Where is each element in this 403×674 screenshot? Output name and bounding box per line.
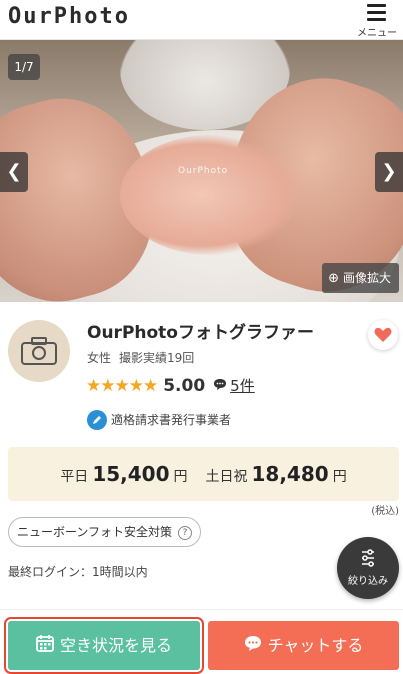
last-login: 最終ログイン：1時間以内	[8, 565, 148, 579]
next-image-button[interactable]: ❯	[375, 152, 403, 192]
weekday-label: 平日	[60, 469, 89, 485]
speech-bubble-icon	[213, 376, 227, 395]
photo-watermark: OurPhoto	[178, 166, 229, 176]
image-counter: 1/7	[8, 54, 40, 80]
holiday-unit: 円	[332, 469, 347, 485]
holiday-label: 土日祝	[205, 469, 248, 485]
favorite-button[interactable]	[368, 320, 398, 350]
zoom-label: 画像拡大	[342, 271, 391, 285]
rating-row: ★★★★★ 5.00 5件	[86, 375, 255, 397]
chat-label: チャットする	[267, 636, 364, 655]
invoice-label: 適格請求書発行事業者	[111, 413, 232, 427]
invoice-badge: 適格請求書発行事業者	[87, 409, 231, 430]
price-box: 平日 15,400 円土日祝 18,480 円	[8, 447, 399, 501]
shoot-record: 撮影実績19回	[119, 351, 195, 365]
site-header: OurPhoto メニュー	[0, 0, 403, 40]
rating-score: 5.00	[163, 375, 206, 396]
camera-icon	[21, 337, 57, 365]
chat-button[interactable]: チャットする	[208, 621, 399, 670]
check-availability-button[interactable]: 空き状況を見る	[4, 617, 204, 674]
help-icon: ?	[178, 526, 193, 540]
photographer-meta: 女性 撮影実績19回	[87, 349, 194, 366]
chevron-left-icon: ❮	[6, 161, 22, 182]
site-logo[interactable]: OurPhoto	[8, 4, 130, 29]
weekday-unit: 円	[173, 469, 188, 485]
pen-icon	[87, 409, 107, 430]
chevron-right-icon: ❯	[381, 161, 397, 182]
weekday-price: 15,400	[92, 462, 170, 486]
filter-label: 絞り込み	[348, 576, 388, 587]
gender: 女性	[87, 351, 112, 365]
safety-measures-button[interactable]: ニューボーンフォト安全対策?	[8, 517, 202, 547]
heart-icon	[374, 327, 392, 342]
filter-sliders-icon	[362, 549, 374, 567]
bottom-action-bar: 空き状況を見る チャットする	[0, 609, 403, 674]
rating-stars: ★★★★★	[86, 375, 158, 396]
chat-bubble-icon	[244, 622, 262, 671]
gallery-photo	[120, 135, 300, 255]
menu-button[interactable]: メニュー	[355, 0, 399, 40]
zoom-in-icon: ⊕	[328, 271, 339, 286]
zoom-image-button[interactable]: ⊕ 画像拡大	[322, 263, 399, 293]
prev-image-button[interactable]: ❮	[0, 152, 28, 192]
review-count-link[interactable]: 5件	[230, 375, 255, 396]
photo-gallery[interactable]: OurPhoto 1/7 ❮ ❯ ⊕ 画像拡大	[0, 40, 403, 302]
tax-note: (税込)	[371, 506, 399, 517]
availability-label: 空き状況を見る	[59, 636, 172, 655]
menu-label: メニュー	[357, 28, 397, 39]
safety-label: ニューボーンフォト安全対策	[17, 525, 173, 539]
holiday-price: 18,480	[251, 462, 329, 486]
photographer-page: OurPhoto メニュー OurPhoto 1/7 ❮ ❯ ⊕ 画像拡大 Our…	[0, 0, 403, 674]
calendar-icon	[36, 622, 54, 671]
photographer-name: OurPhotoフォトグラファー	[87, 323, 314, 343]
filter-button[interactable]: 絞り込み	[337, 537, 399, 599]
hamburger-icon	[367, 4, 386, 25]
avatar[interactable]	[8, 320, 70, 382]
